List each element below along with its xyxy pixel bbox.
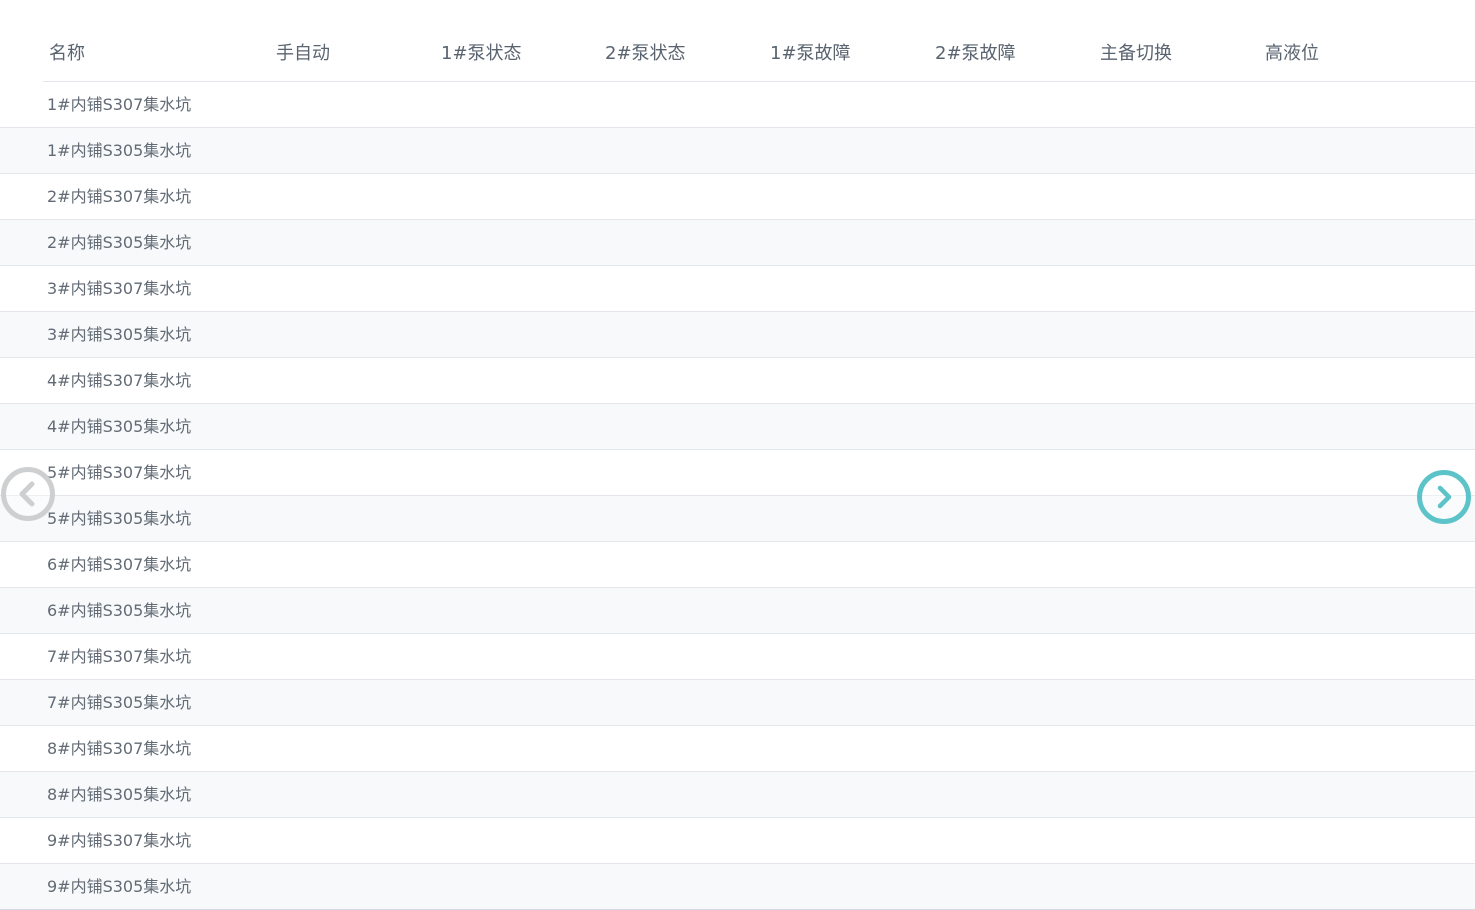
table-row[interactable]: 1#内铺S307集水坑 [0,82,1475,128]
table-header: 名称 手自动 1#泵状态 2#泵状态 1#泵故障 2#泵故障 主备切换 高液位 [43,0,1475,82]
row-name: 4#内铺S307集水坑 [47,371,192,390]
header-high-level: 高液位 [1265,43,1319,64]
row-name: 6#内铺S305集水坑 [47,601,192,620]
row-name: 4#内铺S305集水坑 [47,417,192,436]
header-mode: 手自动 [276,43,330,64]
table-row[interactable]: 6#内铺S307集水坑 [0,542,1475,588]
row-name: 1#内铺S305集水坑 [47,141,192,160]
table-row[interactable]: 5#内铺S305集水坑 [0,496,1475,542]
table-row[interactable]: 8#内铺S305集水坑 [0,772,1475,818]
row-name: 6#内铺S307集水坑 [47,555,192,574]
table-row[interactable]: 5#内铺S307集水坑 [0,450,1475,496]
header-pump1-status: 1#泵状态 [441,43,522,64]
next-page-button[interactable] [1417,470,1471,524]
table-row[interactable]: 3#内铺S307集水坑 [0,266,1475,312]
table-row[interactable]: 9#内铺S307集水坑 [0,818,1475,864]
table-row[interactable]: 2#内铺S307集水坑 [0,174,1475,220]
header-switchover: 主备切换 [1100,43,1172,64]
row-name: 9#内铺S307集水坑 [47,831,192,850]
row-name: 8#内铺S307集水坑 [47,739,192,758]
chevron-left-icon [19,481,35,507]
chevron-right-icon [1437,485,1452,509]
row-name: 3#内铺S305集水坑 [47,325,192,344]
header-name: 名称 [49,43,85,64]
row-name: 3#内铺S307集水坑 [47,279,192,298]
table-row[interactable]: 9#内铺S305集水坑 [0,864,1475,910]
table-row[interactable]: 7#内铺S305集水坑 [0,680,1475,726]
row-name: 8#内铺S305集水坑 [47,785,192,804]
row-name: 7#内铺S305集水坑 [47,693,192,712]
table-row[interactable]: 4#内铺S305集水坑 [0,404,1475,450]
header-pump1-fault: 1#泵故障 [770,43,851,64]
pump-status-table: 名称 手自动 1#泵状态 2#泵状态 1#泵故障 2#泵故障 主备切换 高液位 … [0,0,1475,910]
row-name: 5#内铺S307集水坑 [47,463,192,482]
table-row[interactable]: 7#内铺S307集水坑 [0,634,1475,680]
table-row[interactable]: 6#内铺S305集水坑 [0,588,1475,634]
prev-page-button[interactable] [1,467,55,521]
row-name: 5#内铺S305集水坑 [47,509,192,528]
header-pump2-status: 2#泵状态 [605,43,686,64]
table-row[interactable]: 4#内铺S307集水坑 [0,358,1475,404]
table-body: 1#内铺S307集水坑 1#内铺S305集水坑 2#内铺S307集水坑 2#内铺… [0,82,1475,910]
table-row[interactable]: 3#内铺S305集水坑 [0,312,1475,358]
row-name: 2#内铺S307集水坑 [47,187,192,206]
table-row[interactable]: 2#内铺S305集水坑 [0,220,1475,266]
row-name: 9#内铺S305集水坑 [47,877,192,896]
row-name: 7#内铺S307集水坑 [47,647,192,666]
row-name: 1#内铺S307集水坑 [47,95,192,114]
page: 名称 手自动 1#泵状态 2#泵状态 1#泵故障 2#泵故障 主备切换 高液位 … [0,0,1475,910]
row-name: 2#内铺S305集水坑 [47,233,192,252]
table-row[interactable]: 1#内铺S305集水坑 [0,128,1475,174]
header-pump2-fault: 2#泵故障 [935,43,1016,64]
table-row[interactable]: 8#内铺S307集水坑 [0,726,1475,772]
